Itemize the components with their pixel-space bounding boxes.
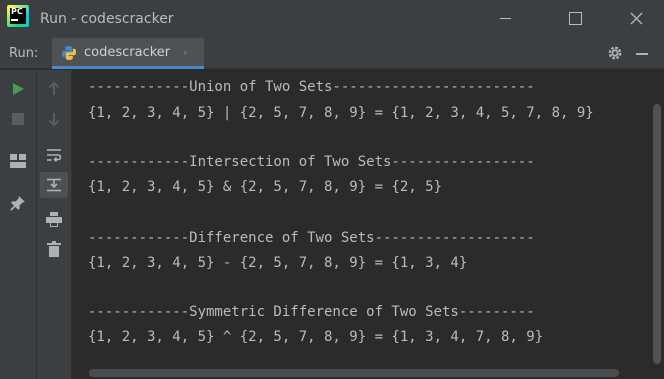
layout-icon [10,154,26,168]
run-actions-strip [0,70,37,379]
console-output[interactable]: ------------Union of Two Sets-----------… [73,70,650,366]
horizontal-scrollbar[interactable] [73,366,664,379]
python-icon [62,46,76,60]
horizontal-scrollbar-thumb[interactable] [89,369,619,377]
trash-icon [47,241,61,257]
soft-wrap-icon [47,149,62,162]
scroll-to-end-button[interactable] [40,172,68,198]
tab-codescracker[interactable]: codescracker › [52,38,204,69]
close-button[interactable] [615,0,659,38]
pin-button[interactable] [4,190,32,216]
pycharm-logo-icon: PC [7,5,29,27]
next-occurrence-button[interactable] [40,106,68,132]
print-button[interactable] [40,206,68,232]
run-label: Run: [9,46,39,61]
down-arrow-icon [48,113,60,126]
window-title: Run - codescracker [40,11,174,27]
console-line: ------------Intersection of Two Sets----… [88,154,535,170]
print-icon [46,211,62,227]
rerun-button[interactable] [4,76,32,102]
vertical-scrollbar[interactable] [650,70,664,366]
run-toolwindow-header: Run: codescracker › [0,38,664,69]
previous-occurrence-button[interactable] [40,76,68,102]
console-line: ------------Union of Two Sets-----------… [88,79,535,95]
console-line: {1, 2, 3, 4, 5} | {2, 5, 7, 8, 9} = {1, … [88,105,594,121]
scroll-to-end-icon [47,178,61,192]
gear-icon[interactable] [606,44,624,62]
tab-close-icon[interactable]: › [183,47,187,59]
console-line: ------------Difference of Two Sets------… [88,230,535,246]
stop-button[interactable] [4,106,32,132]
minimize-button[interactable] [484,0,528,38]
close-icon [630,12,643,25]
stop-icon [12,113,24,125]
console-toolbar [37,70,72,379]
up-arrow-icon [48,82,60,95]
soft-wrap-button[interactable] [40,142,68,168]
pin-icon [10,196,25,211]
console-line: {1, 2, 3, 4, 5} & {2, 5, 7, 8, 9} = {2, … [88,179,443,195]
maximize-button[interactable] [553,0,597,38]
title-bar: PC Run - codescracker [0,0,664,38]
console-line: {1, 2, 3, 4, 5} ^ {2, 5, 7, 8, 9} = {1, … [88,329,544,345]
layout-button[interactable] [4,148,32,174]
console-line: ------------Symmetric Difference of Two … [88,304,535,320]
console-line: {1, 2, 3, 4, 5} - {2, 5, 7, 8, 9} = {1, … [88,255,468,271]
hide-panel-icon[interactable] [636,53,648,55]
tab-label: codescracker [84,45,171,60]
vertical-scrollbar-thumb[interactable] [653,104,661,364]
run-icon [13,83,24,95]
clear-all-button[interactable] [40,236,68,262]
